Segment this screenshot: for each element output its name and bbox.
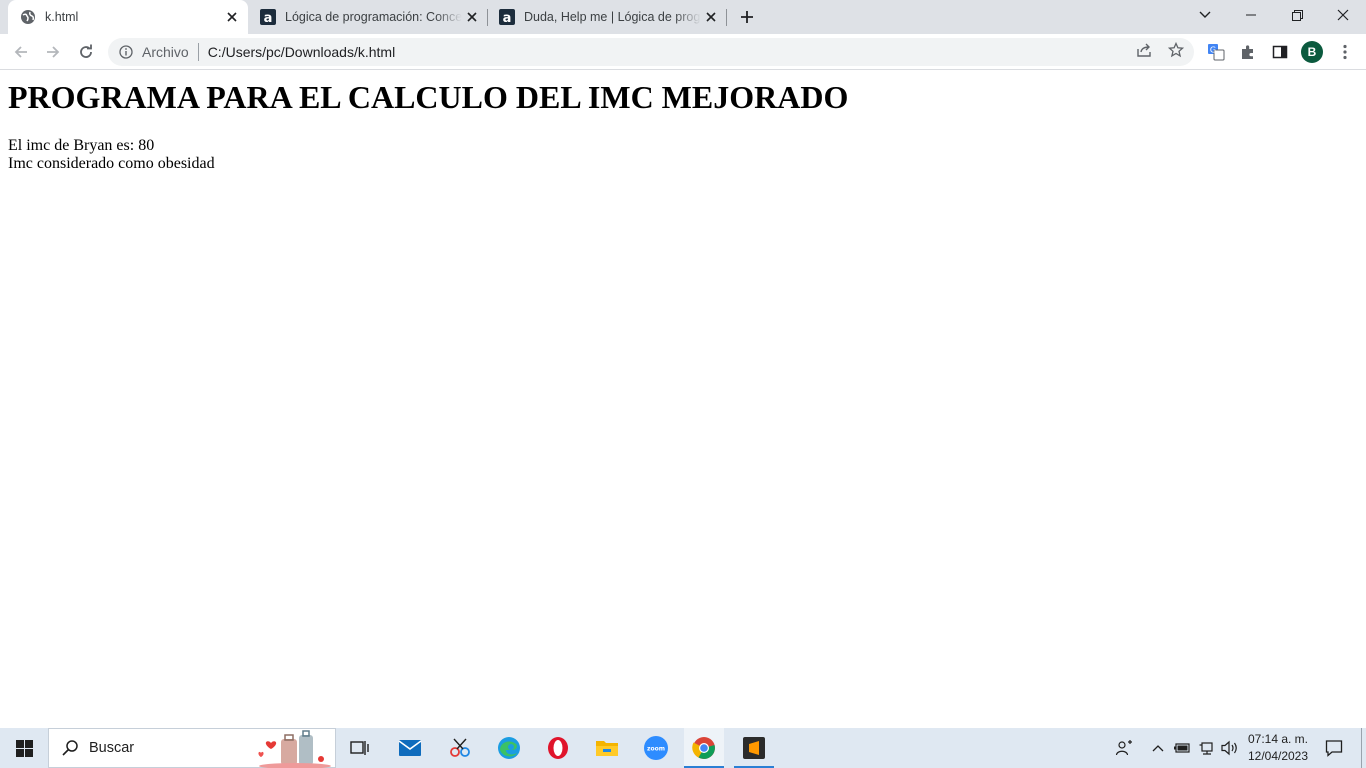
- svg-text:a: a: [503, 11, 512, 25]
- tab-logica-programacion[interactable]: a Lógica de programación: Concep: [248, 0, 488, 34]
- forward-button[interactable]: [39, 38, 67, 66]
- snipping-tool-icon[interactable]: [440, 728, 480, 768]
- share-icon[interactable]: [1134, 40, 1154, 60]
- close-icon[interactable]: [462, 7, 482, 27]
- tab-title: Duda, Help me | Lógica de progr: [524, 10, 701, 24]
- notifications-icon[interactable]: [1320, 728, 1348, 768]
- edge-icon[interactable]: [489, 728, 529, 768]
- start-button[interactable]: [0, 728, 48, 768]
- tab-title: k.html: [45, 10, 79, 24]
- show-desktop-button[interactable]: [1361, 728, 1362, 768]
- tab-search-button[interactable]: [1182, 0, 1228, 30]
- side-panel-icon[interactable]: [1270, 42, 1290, 62]
- people-icon[interactable]: [1112, 728, 1136, 768]
- search-placeholder: Buscar: [89, 740, 135, 756]
- scheme-label: Archivo: [142, 44, 189, 60]
- tab-k-html[interactable]: k.html: [8, 0, 248, 34]
- close-window-button[interactable]: [1320, 0, 1366, 30]
- minimize-button[interactable]: [1228, 0, 1274, 30]
- network-icon[interactable]: [1197, 728, 1217, 768]
- chevron-up-icon[interactable]: [1148, 728, 1168, 768]
- windows-taskbar: Buscar zoom 07:14 a. m. 12/04/2023: [0, 728, 1366, 768]
- clock-date: 12/04/2023: [1247, 749, 1309, 763]
- chrome-taskbar-button[interactable]: [684, 728, 724, 768]
- chrome-icon: [692, 737, 715, 759]
- browser-toolbar: Archivo C:/Users/pc/Downloads/k.html G B: [0, 34, 1366, 70]
- close-icon[interactable]: [222, 7, 242, 27]
- imc-result-line: El imc de Bryan es: 80: [8, 137, 155, 154]
- svg-text:a: a: [264, 11, 273, 25]
- alura-icon: a: [260, 9, 276, 25]
- sublime-text-icon: [743, 737, 765, 759]
- restore-button[interactable]: [1274, 0, 1320, 30]
- opera-icon[interactable]: [538, 728, 578, 768]
- extensions-puzzle-icon[interactable]: [1238, 42, 1258, 62]
- search-icon: [61, 739, 79, 757]
- taskbar-clock[interactable]: 07:14 a. m. 12/04/2023: [1240, 731, 1316, 765]
- address-bar[interactable]: Archivo C:/Users/pc/Downloads/k.html: [108, 38, 1194, 66]
- translate-icon[interactable]: G: [1206, 42, 1226, 62]
- new-tab-button[interactable]: [736, 6, 758, 28]
- profile-avatar[interactable]: B: [1301, 41, 1323, 63]
- omnibox-divider: [197, 43, 199, 61]
- sublime-text-taskbar-button[interactable]: [734, 728, 774, 768]
- mail-icon[interactable]: [390, 728, 430, 768]
- page-heading: PROGRAMA PARA EL CALCULO DEL IMC MEJORAD…: [8, 79, 849, 115]
- imc-classification-line: Imc considerado como obesidad: [8, 155, 215, 172]
- task-view-icon[interactable]: [340, 728, 380, 768]
- tab-separator: [726, 9, 727, 26]
- bookmark-star-icon[interactable]: [1166, 40, 1186, 60]
- globe-icon: [20, 9, 36, 25]
- zoom-icon[interactable]: zoom: [636, 728, 676, 768]
- tab-duda-help-me[interactable]: a Duda, Help me | Lógica de progr: [487, 0, 727, 34]
- taskbar-search-box[interactable]: Buscar: [48, 728, 336, 768]
- reload-button[interactable]: [72, 38, 100, 66]
- info-icon[interactable]: [118, 44, 134, 60]
- file-explorer-icon[interactable]: [587, 728, 627, 768]
- tab-strip: k.html a Lógica de programación: Concep …: [0, 0, 1366, 34]
- clock-time: 07:14 a. m.: [1247, 732, 1309, 746]
- search-highlight-illustration: [258, 730, 331, 768]
- url-text[interactable]: C:/Users/pc/Downloads/k.html: [208, 44, 396, 60]
- page-content: PROGRAMA PARA EL CALCULO DEL IMC MEJORAD…: [0, 71, 1366, 728]
- battery-icon[interactable]: [1172, 728, 1192, 768]
- volume-icon[interactable]: [1220, 728, 1240, 768]
- svg-text:G: G: [1210, 46, 1216, 55]
- back-button[interactable]: [7, 38, 35, 66]
- alura-icon: a: [499, 9, 515, 25]
- tab-title: Lógica de programación: Concep: [285, 10, 462, 24]
- menu-kebab-icon[interactable]: [1335, 42, 1355, 62]
- zoom-label: zoom: [647, 746, 665, 753]
- close-icon[interactable]: [701, 7, 721, 27]
